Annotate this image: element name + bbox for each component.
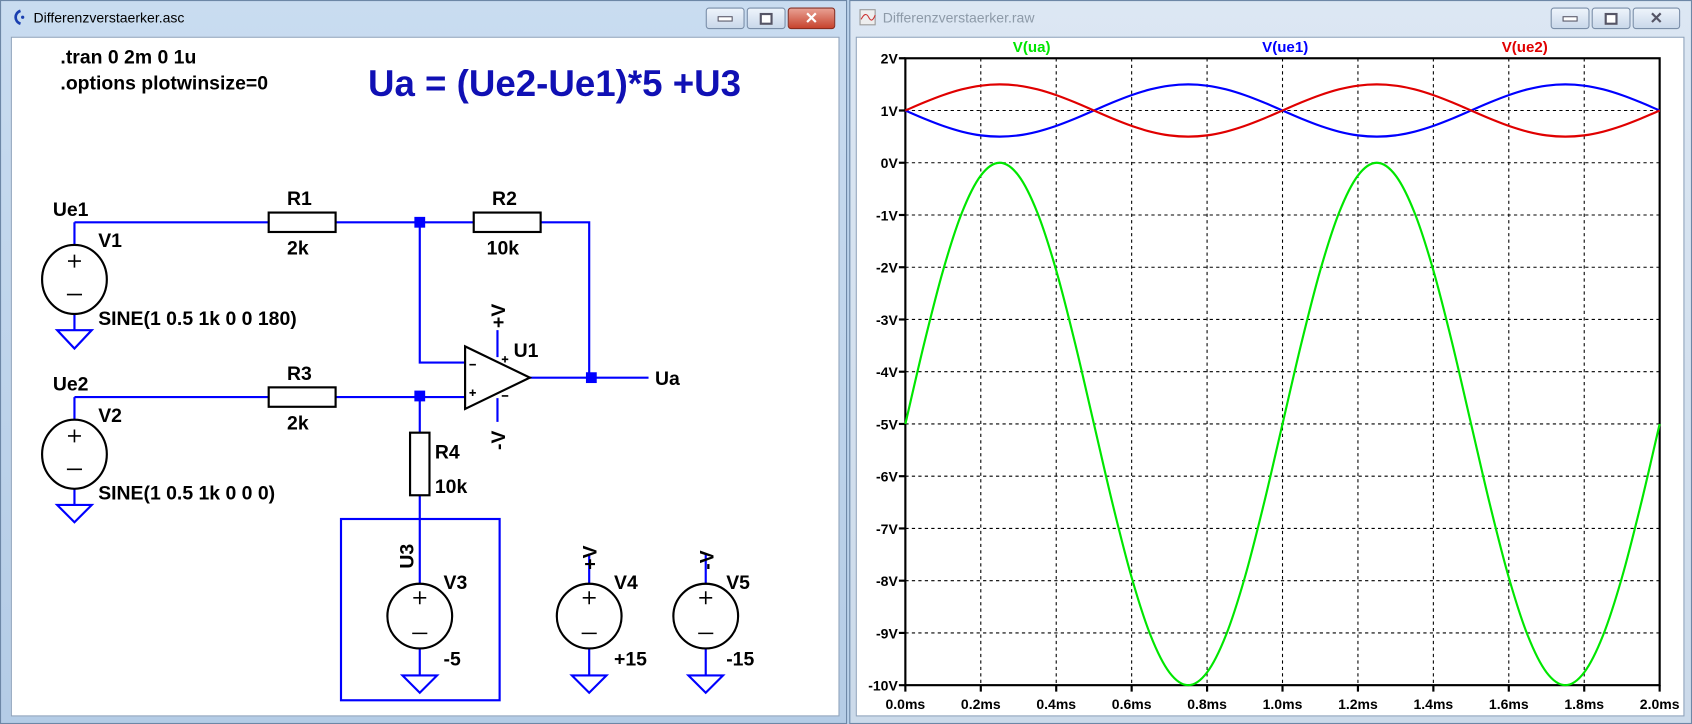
- v4-label: V4: [614, 572, 638, 594]
- junction-dot: [414, 390, 426, 402]
- waveform-titlebar[interactable]: Differenzverstaerker.raw ✕: [850, 1, 1691, 36]
- r1-label: R1: [287, 188, 312, 210]
- y-tick-label: -3V: [876, 312, 898, 328]
- net-label-ue1[interactable]: Ue1: [53, 199, 89, 221]
- minimize-button[interactable]: [1550, 7, 1590, 30]
- net-label-vplus[interactable]: +V: [488, 304, 510, 328]
- ltspice-app-icon: [14, 9, 25, 26]
- close-button[interactable]: ✕: [1632, 7, 1681, 30]
- minimize-button[interactable]: [705, 7, 745, 30]
- v3-value[interactable]: -5: [444, 649, 461, 671]
- v4-value[interactable]: +15: [614, 649, 647, 671]
- x-tick-label: 0.0ms: [885, 696, 925, 712]
- r4-label: R4: [435, 442, 460, 464]
- v1-value[interactable]: SINE(1 0.5 1k 0 0 180): [98, 308, 297, 330]
- y-tick-label: -7V: [876, 521, 898, 537]
- minimize-icon: [1562, 15, 1578, 22]
- y-tick-label: -2V: [876, 260, 898, 276]
- resistor-r1[interactable]: [267, 211, 337, 234]
- resistor-r3[interactable]: [267, 386, 337, 408]
- ground-symbol: [569, 674, 610, 695]
- close-button[interactable]: ✕: [787, 7, 836, 30]
- x-tick-label: 1.4ms: [1413, 696, 1453, 712]
- schematic-canvas[interactable]: .tran 0 2m 0 1u .options plotwinsize=0 U…: [10, 36, 840, 717]
- v5-value[interactable]: -15: [726, 649, 754, 671]
- schematic-window: Differenzverstaerker.asc ✕ .tran 0 2m 0 …: [0, 0, 848, 724]
- net-label-vminus[interactable]: -V: [488, 430, 510, 449]
- y-tick-label: -1V: [876, 207, 898, 223]
- x-tick-label: 1.6ms: [1489, 696, 1529, 712]
- v2-label: V2: [98, 405, 122, 427]
- ground-symbol: [54, 329, 95, 351]
- u1-label: U1: [514, 340, 539, 362]
- net-label-ua[interactable]: Ua: [655, 368, 680, 390]
- directive-options[interactable]: .options plotwinsize=0: [60, 73, 268, 95]
- y-tick-label: -5V: [876, 416, 898, 432]
- net-label-vplus[interactable]: +V: [580, 545, 602, 569]
- net-label-u3[interactable]: U3: [396, 544, 418, 569]
- x-tick-label: 0.4ms: [1036, 696, 1076, 712]
- net-label-ue2[interactable]: Ue2: [53, 374, 89, 396]
- net-label-vminus[interactable]: -V: [696, 550, 718, 569]
- r2-value[interactable]: 10k: [487, 238, 520, 260]
- v3-label: V3: [444, 572, 468, 594]
- ground-symbol: [54, 503, 95, 524]
- v1-label: V1: [98, 230, 122, 252]
- plot-pane[interactable]: 0.0ms 0.2ms 0.4ms 0.6ms 0.8ms 1.0ms 1.2ms 1.4ms…: [855, 36, 1686, 719]
- close-icon: ✕: [804, 9, 819, 29]
- y-tick-label: -8V: [876, 573, 898, 589]
- r1-value[interactable]: 2k: [287, 238, 309, 260]
- x-tick-label: 1.8ms: [1564, 696, 1604, 712]
- y-tick-label: -4V: [876, 364, 898, 380]
- legend-vua[interactable]: V(ua): [1013, 39, 1051, 56]
- r3-label: R3: [287, 363, 312, 385]
- y-tick-label: -6V: [876, 469, 898, 485]
- x-tick-label: 2.0ms: [1640, 696, 1680, 712]
- r3-value[interactable]: 2k: [287, 412, 309, 434]
- maximize-icon: [759, 12, 773, 25]
- window-title: Differenzverstaerker.asc: [33, 9, 185, 26]
- x-tick-label: 0.6ms: [1112, 696, 1152, 712]
- x-tick-label: 1.0ms: [1263, 696, 1303, 712]
- y-tick-label: 1V: [881, 103, 899, 119]
- resistor-r2[interactable]: [472, 211, 542, 234]
- directive-tran[interactable]: .tran 0 2m 0 1u: [60, 47, 196, 69]
- x-tick-label: 0.8ms: [1187, 696, 1227, 712]
- y-tick-label: 2V: [881, 51, 899, 67]
- x-tick-label: 0.2ms: [961, 696, 1001, 712]
- v5-label: V5: [726, 572, 750, 594]
- ground-symbol: [399, 674, 440, 695]
- maximize-icon: [1604, 12, 1618, 25]
- formula-comment[interactable]: Ua = (Ue2-Ue1)*5 +U3: [368, 63, 741, 104]
- minimize-icon: [717, 15, 733, 22]
- x-tick-label: 1.2ms: [1338, 696, 1378, 712]
- legend-vue1[interactable]: V(ue1): [1262, 39, 1308, 56]
- maximize-button[interactable]: [1591, 7, 1631, 30]
- waveform-window: Differenzverstaerker.raw ✕ 0.0ms 0.2ms 0.4…: [849, 0, 1692, 724]
- ground-symbol: [685, 674, 726, 695]
- wire-feedback-node: [418, 222, 466, 364]
- y-tick-label: -10V: [868, 678, 898, 694]
- r2-label: R2: [492, 188, 517, 210]
- resistor-r4[interactable]: [408, 431, 431, 497]
- schematic-titlebar[interactable]: Differenzverstaerker.asc ✕: [1, 1, 846, 36]
- r4-value[interactable]: 10k: [435, 476, 468, 498]
- v2-value[interactable]: SINE(1 0.5 1k 0 0 0): [98, 483, 275, 505]
- junction-dot: [414, 216, 426, 228]
- close-icon: ✕: [1649, 9, 1664, 29]
- waveform-app-icon: [859, 9, 876, 26]
- maximize-button[interactable]: [746, 7, 786, 30]
- schematic: .tran 0 2m 0 1u .options plotwinsize=0 U…: [41, 47, 754, 702]
- y-tick-label: -9V: [876, 625, 898, 641]
- waveform-plot[interactable]: 0.0ms 0.2ms 0.4ms 0.6ms 0.8ms 1.0ms 1.2ms 1.4ms…: [857, 38, 1686, 719]
- y-tick-label: 0V: [881, 155, 899, 171]
- window-title: Differenzverstaerker.raw: [882, 9, 1035, 26]
- junction-dot: [585, 372, 597, 384]
- legend-vue2[interactable]: V(ue2): [1502, 39, 1548, 56]
